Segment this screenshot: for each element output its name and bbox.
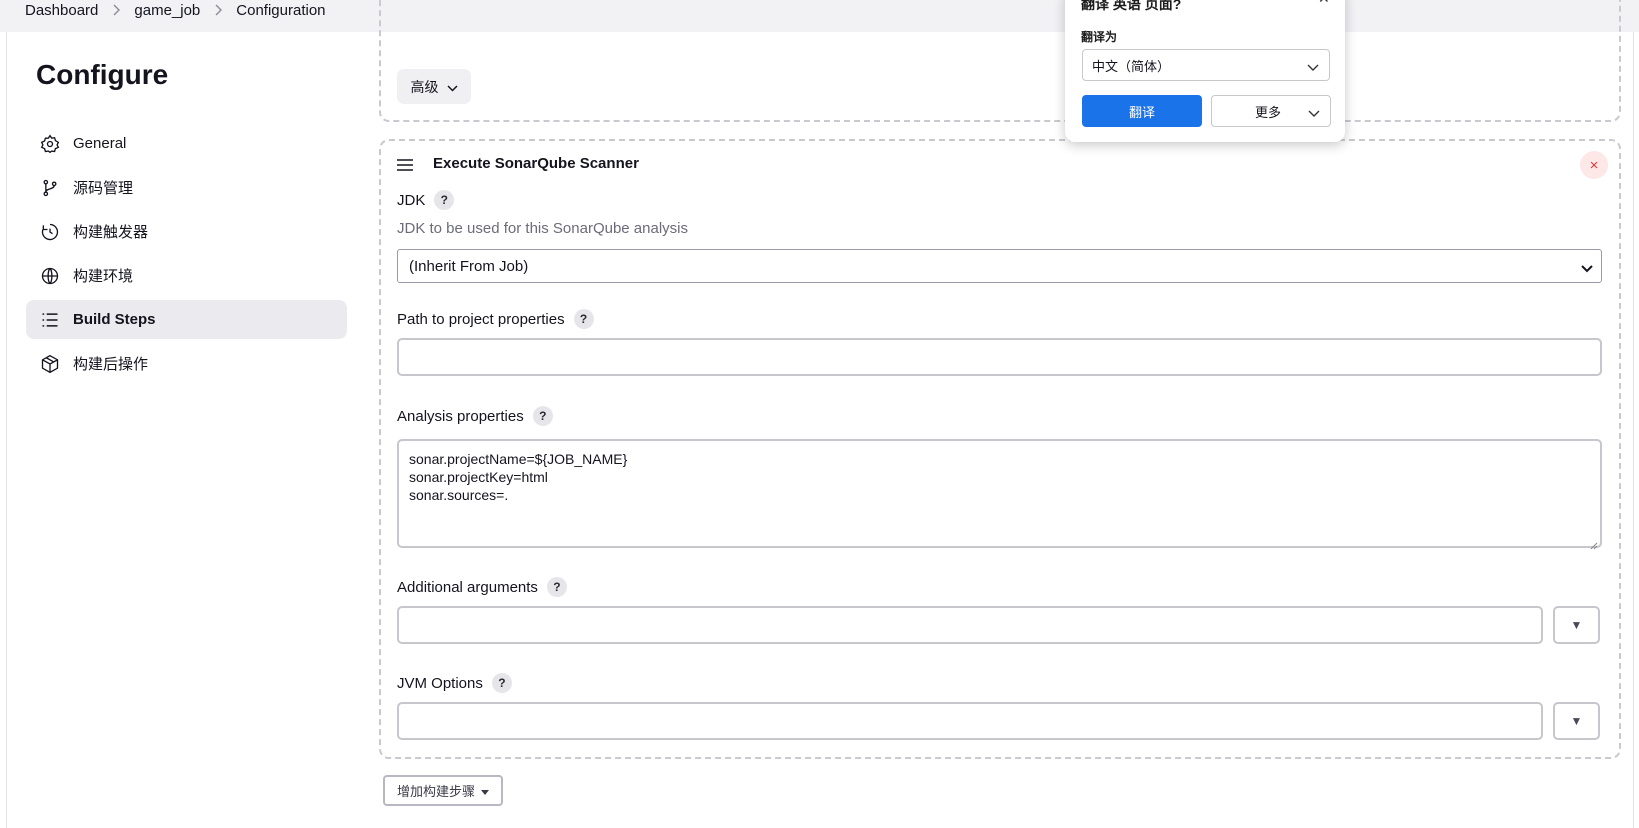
- language-select-value: 中文（简体）: [1092, 58, 1171, 74]
- path-input[interactable]: [397, 338, 1602, 376]
- help-icon[interactable]: ?: [532, 406, 553, 426]
- gear-icon: [39, 133, 61, 155]
- jvm-dropdown-button[interactable]: ▼: [1553, 702, 1600, 740]
- sidebar-item-general[interactable]: General: [26, 124, 347, 163]
- branch-icon: [39, 177, 61, 199]
- analysis-properties-textarea[interactable]: sonar.projectName=${JOB_NAME} sonar.proj…: [397, 439, 1602, 550]
- sidebar-item-post-build[interactable]: 构建后操作: [26, 344, 347, 383]
- args-label-text: Additional arguments: [397, 578, 538, 596]
- sidebar-item-label: General: [73, 135, 127, 152]
- jdk-label-text: JDK: [397, 191, 426, 209]
- textarea-line: sonar.projectKey=html: [409, 469, 548, 485]
- sidebar-item-build-steps[interactable]: Build Steps: [26, 300, 347, 339]
- list-icon: [39, 309, 61, 331]
- chevron-down-icon: [1307, 60, 1319, 75]
- chevron-right-icon: [112, 4, 121, 16]
- clock-icon: [39, 221, 61, 243]
- jdk-description: JDK to be used for this SonarQube analys…: [397, 220, 688, 237]
- globe-icon: [39, 265, 61, 287]
- path-label-text: Path to project properties: [397, 310, 565, 328]
- jdk-select-value: (Inherit From Job): [409, 257, 529, 275]
- package-icon: [39, 353, 61, 375]
- chevron-right-icon: [214, 4, 223, 16]
- analysis-label: Analysis properties ?: [397, 406, 553, 426]
- drag-handle-icon[interactable]: [397, 158, 415, 172]
- breadcrumb: Dashboard game_job Configuration: [25, 0, 326, 20]
- sidebar-item-label: 源码管理: [73, 180, 134, 197]
- help-icon[interactable]: ?: [573, 309, 594, 329]
- textarea-line: sonar.projectName=${JOB_NAME}: [409, 451, 628, 467]
- add-build-step-label: 增加构建步骤: [396, 784, 475, 799]
- more-button-label: 更多: [1255, 104, 1282, 120]
- caret-down-icon: [481, 783, 489, 798]
- jdk-label: JDK ?: [397, 190, 455, 210]
- path-label: Path to project properties ?: [397, 309, 594, 329]
- advanced-button[interactable]: 高级: [397, 69, 471, 104]
- resize-handle-icon[interactable]: [1590, 536, 1598, 550]
- sidebar-item-label: 构建触发器: [73, 224, 149, 241]
- breadcrumb-game-job[interactable]: game_job: [134, 2, 200, 19]
- jdk-select[interactable]: (Inherit From Job): [397, 249, 1602, 283]
- additional-arguments-input[interactable]: [397, 606, 1543, 644]
- divider: [6, 32, 7, 828]
- step-title: Execute SonarQube Scanner: [433, 155, 639, 172]
- close-icon[interactable]: ×: [1580, 151, 1608, 179]
- previous-step-panel: [379, 0, 1621, 122]
- advanced-button-label: 高级: [410, 78, 439, 95]
- add-build-step-button[interactable]: 增加构建步骤: [383, 775, 503, 806]
- more-button[interactable]: 更多: [1211, 95, 1331, 127]
- translate-button[interactable]: 翻译: [1082, 95, 1202, 127]
- help-icon[interactable]: ?: [546, 577, 567, 597]
- jvm-label-text: JVM Options: [397, 674, 483, 692]
- sidebar-item-build-triggers[interactable]: 构建触发器: [26, 212, 347, 251]
- breadcrumb-configuration[interactable]: Configuration: [236, 2, 325, 19]
- chevron-down-icon: [446, 79, 458, 95]
- sidebar-item-build-environment[interactable]: 构建环境: [26, 256, 347, 295]
- analysis-label-text: Analysis properties: [397, 407, 524, 425]
- args-dropdown-button[interactable]: ▼: [1553, 606, 1600, 644]
- translate-to-label: 翻译为: [1081, 30, 1118, 44]
- translate-popup-title: 翻译 英语 页面?: [1081, 0, 1182, 12]
- jvm-options-input[interactable]: [397, 702, 1543, 740]
- language-select[interactable]: 中文（简体）: [1082, 49, 1330, 81]
- jvm-label: JVM Options ?: [397, 673, 512, 693]
- chevron-down-icon: [1581, 260, 1593, 277]
- sidebar-item-label: 构建后操作: [73, 356, 149, 373]
- divider: [1633, 32, 1634, 828]
- help-icon[interactable]: ?: [491, 673, 512, 693]
- sidebar-item-label: Build Steps: [73, 311, 156, 328]
- chevron-down-icon: [1308, 106, 1320, 121]
- args-label: Additional arguments ?: [397, 577, 567, 597]
- breadcrumb-dashboard[interactable]: Dashboard: [25, 2, 98, 19]
- textarea-line: sonar.sources=.: [409, 487, 509, 503]
- page-title: Configure: [36, 59, 169, 90]
- close-icon[interactable]: ✕: [1318, 0, 1330, 7]
- sidebar-item-source-control[interactable]: 源码管理: [26, 168, 347, 207]
- sidebar-item-label: 构建环境: [73, 268, 134, 285]
- help-icon[interactable]: ?: [434, 190, 455, 210]
